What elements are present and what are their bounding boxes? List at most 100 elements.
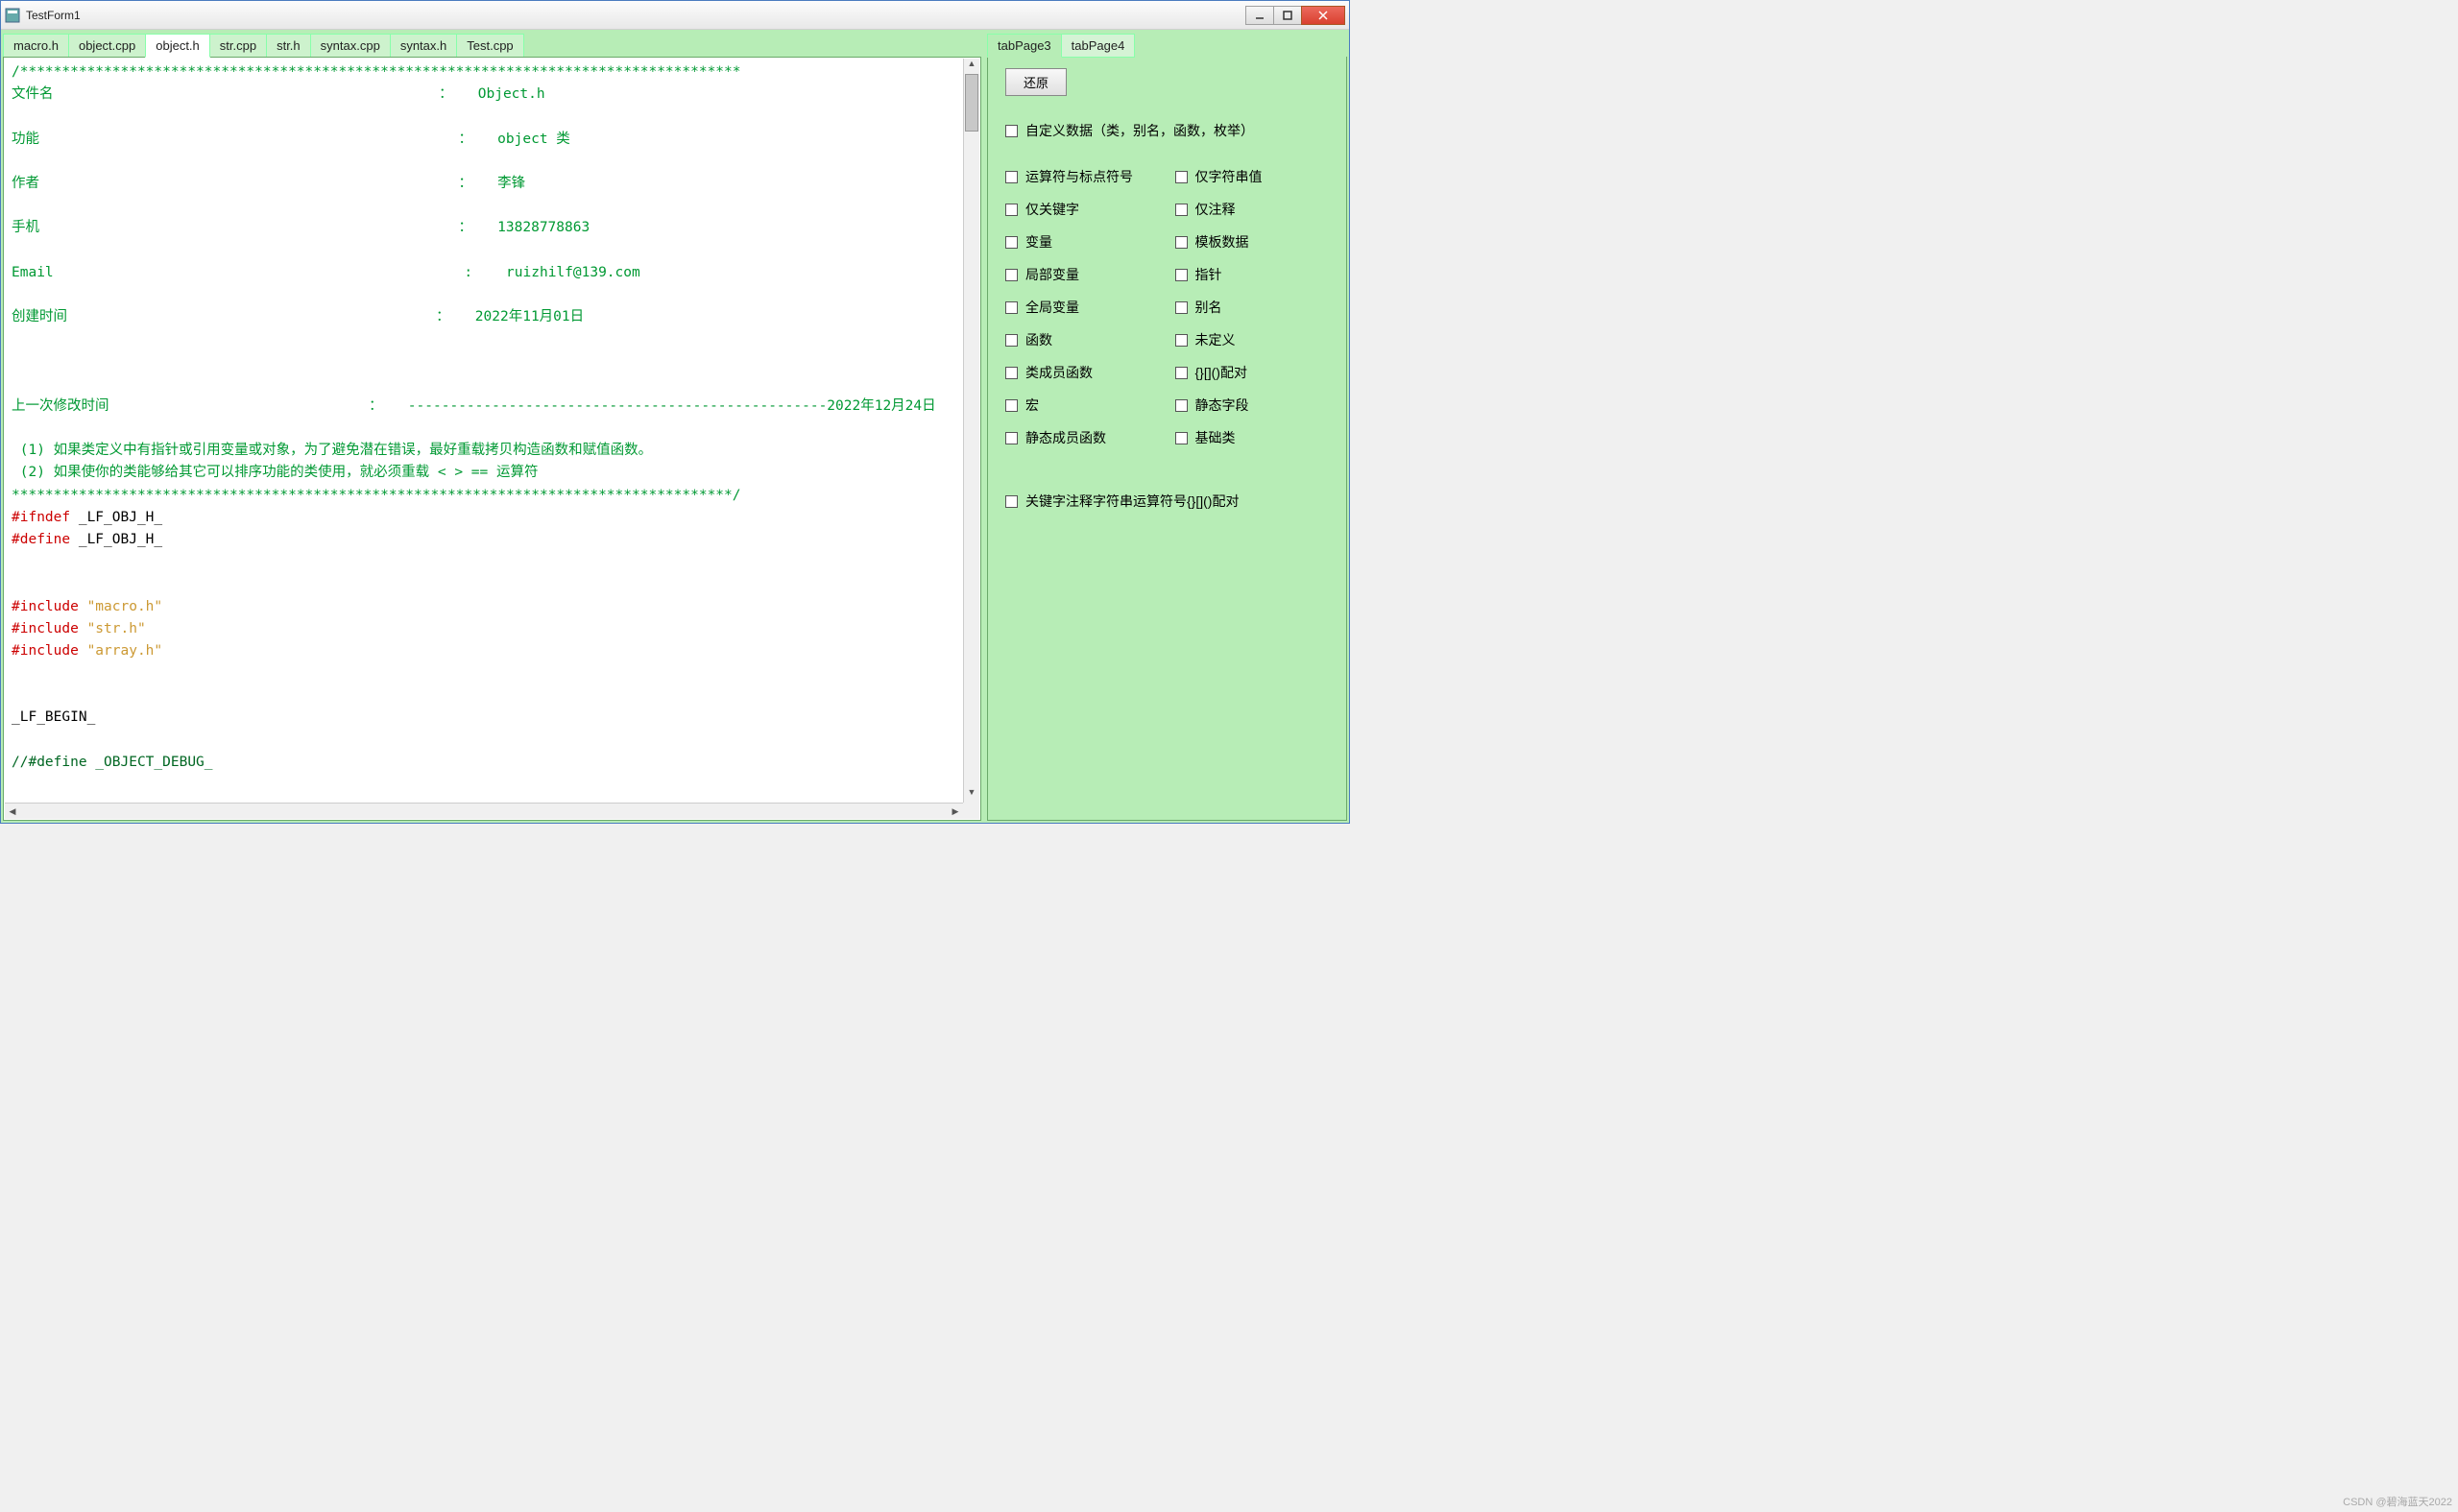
checkbox-row: 未定义 xyxy=(1175,330,1337,349)
checkbox[interactable] xyxy=(1175,367,1188,379)
macro-call: _LF_BEGIN_ xyxy=(12,709,95,725)
checkbox-row: 别名 xyxy=(1175,298,1337,317)
macro-name: _LF_OBJ_H_ xyxy=(70,510,162,525)
comment-line: 作者 ： 李锋 xyxy=(12,176,525,191)
checkbox[interactable] xyxy=(1175,432,1188,444)
comment-line: /***************************************… xyxy=(12,64,741,80)
titlebar[interactable]: TestForm1 xyxy=(1,1,1349,30)
checkbox-row: 类成员函数 xyxy=(1005,363,1168,382)
checkbox-row: 静态字段 xyxy=(1175,396,1337,415)
include-path: "macro.h" xyxy=(79,599,162,614)
checkbox[interactable] xyxy=(1005,236,1018,249)
checkbox-row: 局部变量 xyxy=(1005,265,1168,284)
checkbox[interactable] xyxy=(1005,432,1018,444)
minimize-button[interactable] xyxy=(1245,6,1274,25)
client-area: macro.hobject.cppobject.hstr.cppstr.hsyn… xyxy=(1,30,1349,823)
file-tab-syntax-cpp[interactable]: syntax.cpp xyxy=(310,34,391,58)
comment-line: Email : ruizhilf@139.com xyxy=(12,265,640,280)
checkbox-row: 变量 xyxy=(1005,232,1168,252)
checkbox[interactable] xyxy=(1175,171,1188,183)
scroll-thumb[interactable] xyxy=(965,74,978,132)
checkbox[interactable] xyxy=(1005,171,1018,183)
checkbox-label: 变量 xyxy=(1025,232,1052,252)
checkbox[interactable] xyxy=(1175,334,1188,347)
checkbox[interactable] xyxy=(1005,125,1018,137)
checkbox-row: 仅注释 xyxy=(1175,200,1337,219)
file-tab-macro-h[interactable]: macro.h xyxy=(3,34,69,58)
file-tab-Test-cpp[interactable]: Test.cpp xyxy=(456,34,523,58)
window-controls xyxy=(1246,6,1345,25)
checkbox-label: 指针 xyxy=(1195,265,1222,284)
code-frame: /***************************************… xyxy=(3,57,981,821)
option-tab-tabPage3[interactable]: tabPage3 xyxy=(987,34,1062,58)
checkbox-label: 静态成员函数 xyxy=(1025,428,1106,447)
file-tab-object-cpp[interactable]: object.cpp xyxy=(68,34,146,58)
scroll-corner xyxy=(963,803,979,819)
file-tab-object-h[interactable]: object.h xyxy=(145,34,210,58)
checkbox[interactable] xyxy=(1005,269,1018,281)
comment-line: (1) 如果类定义中有指针或引用变量或对象，为了避免潜在错误，最好重载拷贝构造函… xyxy=(12,443,652,458)
file-tab-syntax-h[interactable]: syntax.h xyxy=(390,34,457,58)
checkbox[interactable] xyxy=(1005,495,1018,508)
checkbox-row: 函数 xyxy=(1005,330,1168,349)
maximize-button[interactable] xyxy=(1273,6,1302,25)
checkbox-label: 基础类 xyxy=(1195,428,1236,447)
checkbox[interactable] xyxy=(1005,334,1018,347)
checkbox-label: 类成员函数 xyxy=(1025,363,1093,382)
checkbox-row: 仅关键字 xyxy=(1005,200,1168,219)
horizontal-scrollbar[interactable]: ◀ ▶ xyxy=(5,803,963,819)
comment-line: 创建时间 ： 2022年11月01日 xyxy=(12,309,584,324)
left-pane: macro.hobject.cppobject.hstr.cppstr.hsyn… xyxy=(3,32,981,821)
checkbox-label: 局部变量 xyxy=(1025,265,1079,284)
code-editor[interactable]: /***************************************… xyxy=(4,58,980,820)
checkbox[interactable] xyxy=(1175,236,1188,249)
file-tabs: macro.hobject.cppobject.hstr.cppstr.hsyn… xyxy=(3,32,981,57)
checkbox-row: 全局变量 xyxy=(1005,298,1168,317)
preproc-keyword: #ifndef xyxy=(12,510,70,525)
checkbox-label: 仅注释 xyxy=(1195,200,1236,219)
scroll-left-icon[interactable]: ◀ xyxy=(5,804,20,819)
options-panel: 还原 自定义数据（类，别名，函数，枚举） 运算符与标点符号仅关键字变量局部变量全… xyxy=(987,57,1347,821)
checkbox[interactable] xyxy=(1005,204,1018,216)
checkbox-row: {}[]()配对 xyxy=(1175,363,1337,382)
checkbox[interactable] xyxy=(1005,399,1018,412)
scroll-down-icon[interactable]: ▼ xyxy=(964,787,979,803)
watermark: CSDN @碧海蓝天2022 xyxy=(2343,1494,2452,1509)
checkbox[interactable] xyxy=(1005,301,1018,314)
checkbox-row: 运算符与标点符号 xyxy=(1005,167,1168,186)
include-path: "str.h" xyxy=(79,621,146,636)
checkbox-label: 未定义 xyxy=(1195,330,1236,349)
preproc-keyword: #include xyxy=(12,599,79,614)
scroll-up-icon[interactable]: ▲ xyxy=(964,59,979,74)
macro-name: _LF_OBJ_H_ xyxy=(70,532,162,547)
checkbox[interactable] xyxy=(1175,301,1188,314)
close-button[interactable] xyxy=(1301,6,1345,25)
comment-line: 功能 ： object 类 xyxy=(12,132,570,147)
restore-button[interactable]: 还原 xyxy=(1005,68,1067,96)
preproc-keyword: #include xyxy=(12,643,79,659)
file-tab-str-cpp[interactable]: str.cpp xyxy=(209,34,267,58)
checkbox[interactable] xyxy=(1175,269,1188,281)
checkbox-row: 自定义数据（类，别名，函数，枚举） xyxy=(1005,121,1337,140)
comment-line: 文件名 ： Object.h xyxy=(12,86,545,102)
include-path: "array.h" xyxy=(79,643,162,659)
scroll-right-icon[interactable]: ▶ xyxy=(948,804,963,819)
vertical-scrollbar[interactable]: ▲ ▼ xyxy=(963,59,979,803)
preproc-keyword: #include xyxy=(12,621,79,636)
checkbox[interactable] xyxy=(1175,399,1188,412)
comment-line: (2) 如果使你的类能够给其它可以排序功能的类使用，就必须重载 < > == 运… xyxy=(12,465,538,480)
window-title: TestForm1 xyxy=(26,9,1246,22)
checkbox-label: 仅字符串值 xyxy=(1195,167,1263,186)
comment-line: ****************************************… xyxy=(12,488,741,503)
checkbox-row: 宏 xyxy=(1005,396,1168,415)
file-tab-str-h[interactable]: str.h xyxy=(266,34,311,58)
checkbox-label: 静态字段 xyxy=(1195,396,1249,415)
checkbox[interactable] xyxy=(1005,367,1018,379)
checkbox-row: 指针 xyxy=(1175,265,1337,284)
preproc-keyword: #define xyxy=(12,532,70,547)
checkbox-label: 函数 xyxy=(1025,330,1052,349)
comment-line: 上一次修改时间 ： ------------------------------… xyxy=(12,398,936,414)
checkbox[interactable] xyxy=(1175,204,1188,216)
checkbox-label: 运算符与标点符号 xyxy=(1025,167,1133,186)
option-tab-tabPage4[interactable]: tabPage4 xyxy=(1061,34,1136,58)
